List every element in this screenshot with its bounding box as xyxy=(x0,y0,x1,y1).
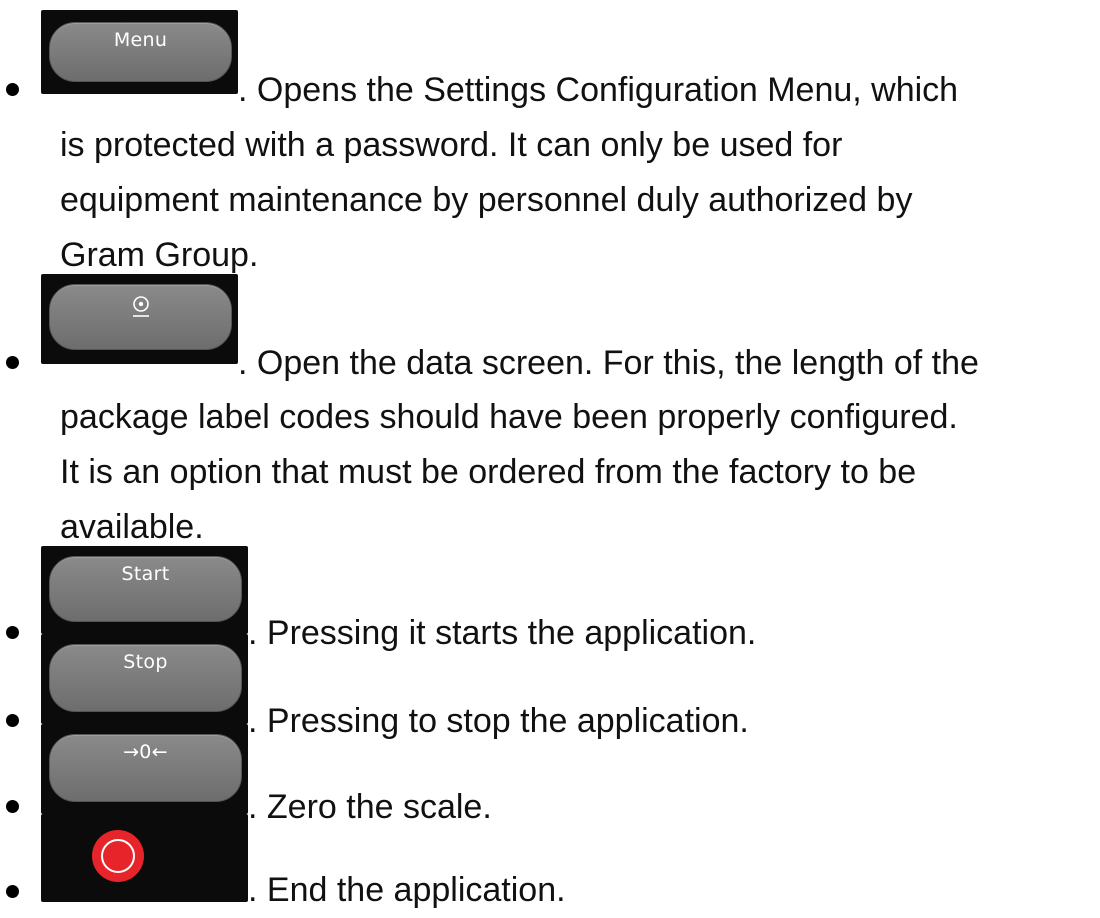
zero-button-image[interactable]: →0← xyxy=(41,724,248,814)
item-text-line: . Open the data screen. For this, the le… xyxy=(238,344,979,382)
start-button-label: Start xyxy=(121,563,170,585)
bullet xyxy=(6,83,19,96)
item-text-line: . Zero the scale. xyxy=(248,788,492,826)
item-text-line: package label codes should have been pro… xyxy=(60,398,958,436)
stop-button-image[interactable]: Stop xyxy=(41,634,248,724)
item-text-line: . End the application. xyxy=(248,871,566,909)
item-text-line: . Opens the Settings Configuration Menu,… xyxy=(238,71,959,109)
disc-icon xyxy=(132,296,149,317)
menu-button-label: Menu xyxy=(113,29,168,51)
record-icon xyxy=(92,830,144,882)
bullet xyxy=(6,626,19,639)
bullet xyxy=(6,356,19,369)
bullet xyxy=(6,885,19,898)
zero-button-label: →0← xyxy=(123,741,168,763)
stop-button-label: Stop xyxy=(123,651,168,673)
item-text-line: . Pressing to stop the application. xyxy=(248,702,749,740)
item-text-line: equipment maintenance by personnel duly … xyxy=(60,181,913,219)
menu-button-image[interactable]: Menu xyxy=(41,10,238,94)
data-screen-button-image[interactable] xyxy=(41,274,238,364)
bullet xyxy=(6,714,19,727)
end-button-image[interactable] xyxy=(41,814,248,902)
item-text-line: is protected with a password. It can onl… xyxy=(60,126,843,164)
bullet xyxy=(6,800,19,813)
item-text-line: It is an option that must be ordered fro… xyxy=(60,453,917,491)
start-button-image[interactable]: Start xyxy=(41,546,248,634)
item-text-line: . Pressing it starts the application. xyxy=(248,614,757,652)
